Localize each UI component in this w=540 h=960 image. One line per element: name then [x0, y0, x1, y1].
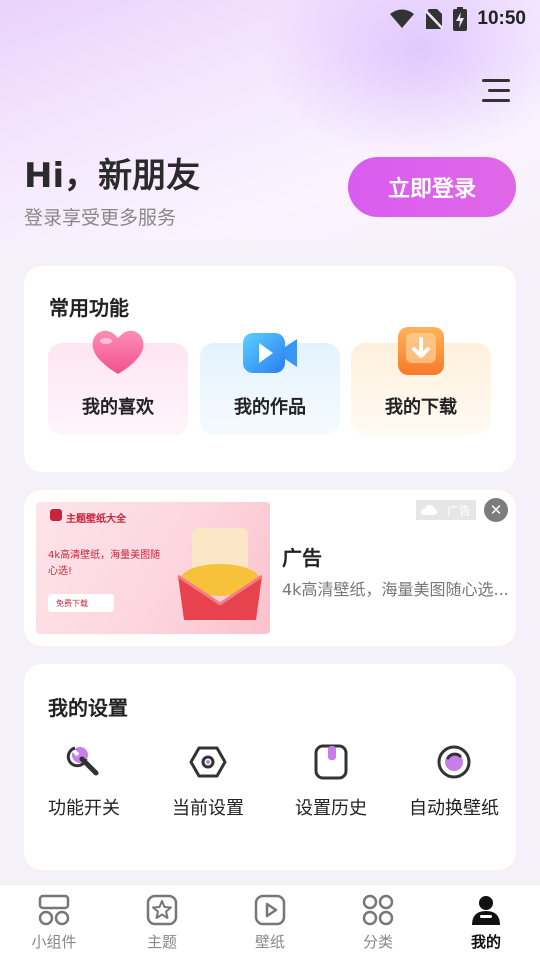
- common-functions-title: 常用功能: [49, 296, 129, 320]
- download-icon: [398, 327, 444, 375]
- my-works-label: 我的作品: [234, 397, 306, 418]
- greeting-title: Hi，新朋友: [24, 156, 201, 196]
- ad-description: 4k高清壁纸，海量美图随心选...: [282, 580, 509, 599]
- auto-wallpaper-label: 自动换壁纸: [409, 798, 499, 819]
- ad-badge-label: 广告: [446, 503, 471, 518]
- my-downloads-button[interactable]: 我的下载: [351, 327, 491, 435]
- no-sim-icon: [425, 9, 444, 30]
- tab-theme[interactable]: 主题: [108, 893, 216, 952]
- heart-icon: [92, 330, 144, 374]
- ad-image-brand: 主题壁纸大全: [66, 514, 126, 525]
- feature-switch-label: 功能开关: [48, 798, 120, 819]
- my-likes-button[interactable]: 我的喜欢: [48, 330, 188, 435]
- ad-card[interactable]: 主题壁纸大全 4k高清壁纸，海量美图随心选! 免费下载 广告 ✕ 广告 4k高清…: [24, 490, 516, 646]
- profile-icon: [472, 896, 500, 925]
- tab-widgets-label: 小组件: [31, 933, 77, 951]
- ad-title: 广告: [282, 546, 322, 570]
- tab-theme-label: 主题: [146, 933, 177, 951]
- current-settings-button[interactable]: 当前设置: [148, 742, 268, 820]
- menu-icon[interactable]: [474, 76, 510, 106]
- my-downloads-label: 我的下载: [385, 397, 457, 418]
- hexagon-nut-icon: [189, 746, 227, 778]
- widgets-icon: [38, 894, 70, 926]
- red-envelope-illustration: [177, 528, 263, 620]
- wrench-icon: [66, 746, 99, 776]
- ad-image[interactable]: 主题壁纸大全 4k高清壁纸，海量美图随心选! 免费下载: [36, 502, 270, 634]
- greeting-subtitle: 登录享受更多服务: [24, 207, 177, 229]
- video-camera-icon: [243, 333, 297, 373]
- auto-wallpaper-icon: [437, 745, 471, 779]
- tab-wallpaper[interactable]: 壁纸: [216, 893, 324, 952]
- status-bar: 10:50: [0, 0, 540, 38]
- my-likes-label: 我的喜欢: [82, 397, 154, 418]
- auto-wallpaper-button[interactable]: 自动换壁纸: [394, 742, 514, 820]
- tab-widgets[interactable]: 小组件: [0, 893, 108, 952]
- history-card-icon: [314, 744, 348, 780]
- tab-profile[interactable]: 我的: [432, 893, 540, 952]
- bottom-tab-bar: 小组件 主题 壁纸 分类 我的: [0, 884, 540, 960]
- tab-category-label: 分类: [362, 933, 393, 951]
- current-settings-label: 当前设置: [172, 798, 244, 819]
- settings-history-label: 设置历史: [295, 798, 367, 819]
- theme-icon: [146, 894, 178, 926]
- login-button[interactable]: 立即登录: [348, 157, 516, 217]
- ad-image-button: 免费下载: [48, 594, 114, 612]
- category-icon: [362, 894, 394, 926]
- cloud-icon: [420, 505, 438, 515]
- ad-brand-logo: [50, 509, 62, 521]
- ad-badge: 广告: [416, 500, 476, 520]
- status-time: 10:50: [477, 8, 526, 29]
- battery-charging-icon: [453, 7, 468, 31]
- tab-profile-label: 我的: [470, 933, 501, 951]
- my-works-button[interactable]: 我的作品: [200, 333, 340, 435]
- wifi-icon: [390, 9, 415, 28]
- close-icon[interactable]: ✕: [484, 498, 508, 522]
- feature-switch-button[interactable]: 功能开关: [24, 742, 144, 820]
- common-functions-card: 常用功能 我的喜欢 我的作品 我的下载: [24, 266, 516, 472]
- my-settings-card: 我的设置 功能开关 当前设置 设置历史 自动换壁纸: [24, 664, 516, 870]
- ad-image-text: 4k高清壁纸，海量美图随心选!: [48, 550, 161, 577]
- settings-history-button[interactable]: 设置历史: [271, 742, 391, 820]
- wallpaper-play-icon: [254, 894, 286, 926]
- my-settings-title: 我的设置: [48, 696, 128, 720]
- tab-wallpaper-label: 壁纸: [254, 933, 285, 951]
- tab-category[interactable]: 分类: [324, 893, 432, 952]
